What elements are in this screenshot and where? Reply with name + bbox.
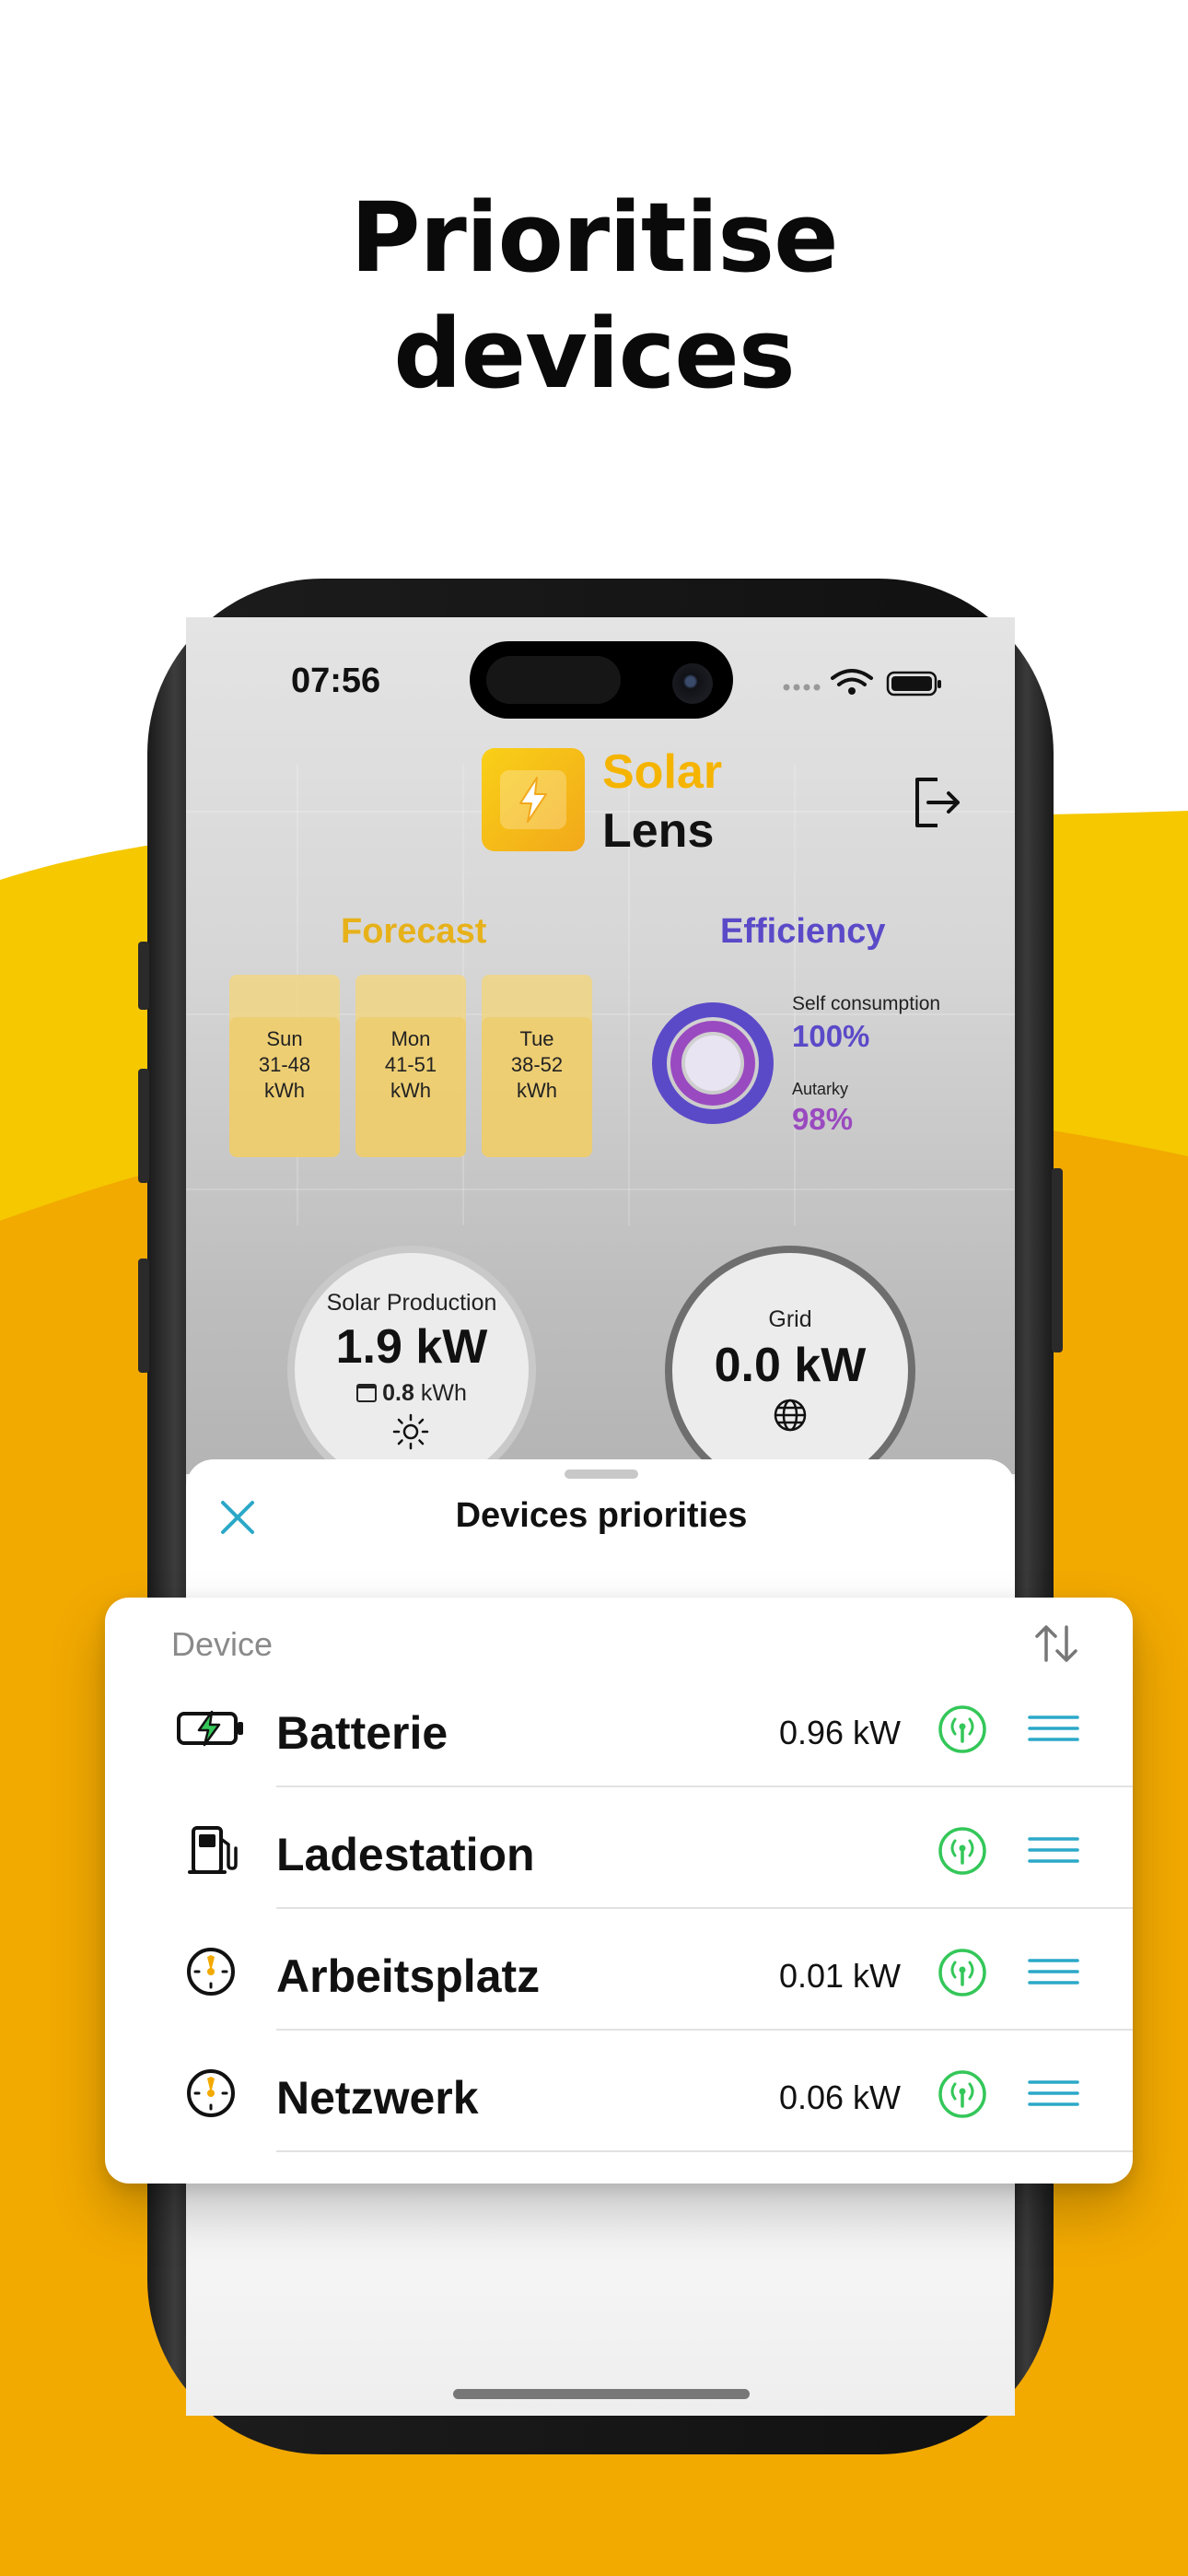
solar-energy-value: 0.8 <box>382 1380 414 1406</box>
forecast-day-card: Sun 31-48 kWh <box>229 975 340 1157</box>
sun-icon <box>392 1413 429 1450</box>
autarky-value: 98% <box>792 1102 854 1136</box>
forecast-day: Sun <box>266 1027 303 1050</box>
solar-production-value: 1.9 kW <box>335 1320 488 1374</box>
app-title-lens: Lens <box>602 804 715 858</box>
efficiency-donut-chart <box>652 1002 774 1124</box>
autarky-label: Autarky <box>792 1080 849 1098</box>
status-icons <box>783 669 941 697</box>
row-divider <box>276 2150 1133 2152</box>
phone-volume-up <box>138 1069 149 1183</box>
self-consumption-value: 100% <box>792 1019 870 1053</box>
device-power: 0.06 kW <box>778 2078 901 2116</box>
lightning-icon <box>519 777 547 823</box>
solar-production-label: Solar Production <box>326 1290 497 1316</box>
forecast-day-card: Tue 38-52 kWh <box>482 975 592 1157</box>
table-row[interactable]: Netzwerk 0.06 kW <box>105 2031 1133 2152</box>
forecast-day-card: Mon 41-51 kWh <box>355 975 466 1157</box>
device-name: Ladestation <box>276 1829 535 1880</box>
charging-station-icon <box>188 1826 238 1874</box>
phone-volume-down <box>138 1259 149 1373</box>
grid-label: Grid <box>768 1306 812 1332</box>
home-indicator[interactable] <box>453 2389 750 2399</box>
forecast-range: 41-51 <box>384 1053 437 1076</box>
device-name: Batterie <box>276 1707 448 1759</box>
wifi-icon <box>831 669 873 686</box>
sort-icon[interactable] <box>1033 1623 1079 1664</box>
logout-icon[interactable] <box>910 774 965 831</box>
globe-icon <box>774 1399 807 1432</box>
phone-side-button <box>138 942 149 1010</box>
device-power: 0.96 kW <box>778 1714 901 1751</box>
headline-line-1: Prioritise <box>350 181 838 294</box>
phone-power-button <box>1052 1168 1063 1352</box>
cellular-dots-icon <box>783 684 821 691</box>
signal-icon[interactable] <box>938 1704 987 1754</box>
efficiency-title: Efficiency <box>720 912 886 951</box>
device-power: 0.01 kW <box>778 1957 901 1995</box>
signal-icon[interactable] <box>938 1948 987 1997</box>
grid-value: 0.0 kW <box>714 1339 867 1392</box>
forecast-range: 31-48 <box>258 1053 311 1076</box>
self-consumption-label: Self consumption <box>792 993 941 1014</box>
battery-icon <box>886 671 941 697</box>
solar-energy-unit: kWh <box>420 1380 467 1406</box>
app-title-solar: Solar <box>602 745 723 799</box>
sheet-grabber[interactable] <box>565 1469 638 1479</box>
headline-line-2: devices <box>393 298 796 410</box>
signal-icon[interactable] <box>938 1826 987 1876</box>
close-icon[interactable] <box>217 1497 258 1538</box>
drag-handle-icon[interactable] <box>1028 1955 1079 1988</box>
forecast-range: 38-52 <box>510 1053 564 1076</box>
column-header-device: Device <box>171 1625 274 1663</box>
forecast-title: Forecast <box>341 912 487 951</box>
forecast-day: Mon <box>390 1027 431 1050</box>
battery-charging-icon <box>177 1710 243 1747</box>
table-row[interactable]: Arbeitsplatz 0.01 kW <box>105 1909 1133 2031</box>
forecast-unit: kWh <box>390 1079 431 1102</box>
gauge-icon <box>187 2069 235 2117</box>
gauge-icon <box>187 1948 235 1996</box>
forecast-unit: kWh <box>264 1079 305 1102</box>
table-row[interactable]: Ladestation <box>105 1787 1133 1909</box>
table-row[interactable]: Batterie 0.96 kW <box>105 1666 1133 1787</box>
device-name: Netzwerk <box>276 2072 479 2124</box>
drag-handle-icon[interactable] <box>1028 2077 1079 2110</box>
forecast-unit: kWh <box>517 1079 557 1102</box>
solar-energy-row: 0.8 kWh <box>287 1380 536 1407</box>
dynamic-island-sensor <box>486 656 621 704</box>
calendar-icon <box>356 1384 378 1402</box>
camera-icon <box>672 663 713 704</box>
device-name: Arbeitsplatz <box>276 1950 541 2002</box>
sheet-title: Devices priorities <box>455 1496 748 1535</box>
signal-icon[interactable] <box>938 2069 987 2119</box>
forecast-day: Tue <box>519 1027 554 1050</box>
headline: Prioritise devices <box>0 180 1188 412</box>
drag-handle-icon[interactable] <box>1028 1712 1079 1745</box>
drag-handle-icon[interactable] <box>1028 1833 1079 1867</box>
status-time: 07:56 <box>291 662 381 700</box>
